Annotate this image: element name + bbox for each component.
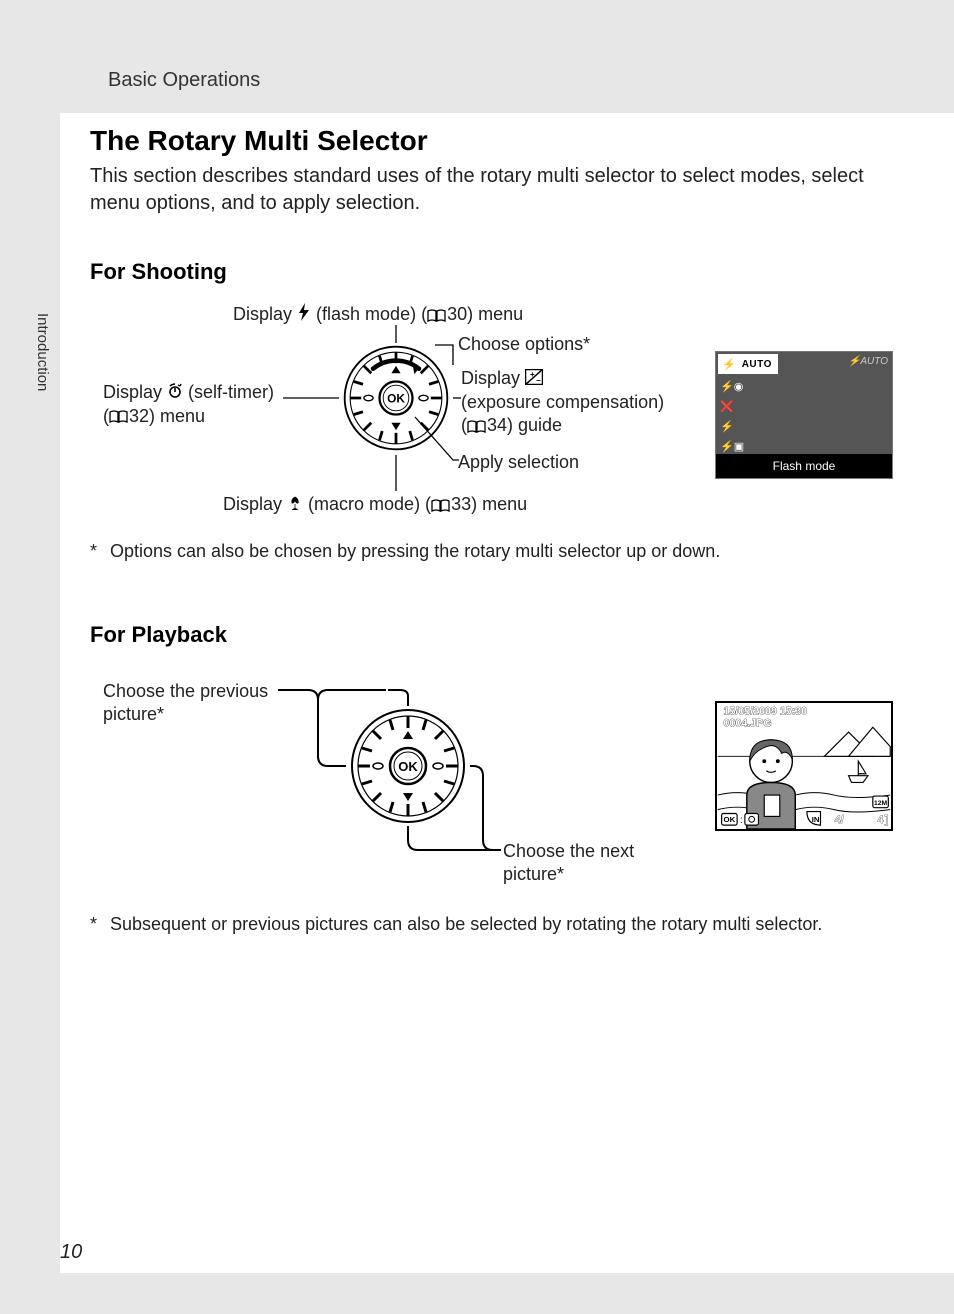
- down-label: Display (macro mode) ( 33) menu: [223, 493, 527, 517]
- flash-slow-icon: ⚡▣: [720, 440, 744, 453]
- playback-file: 0004.JPG: [724, 717, 772, 729]
- prev-picture-label: Choose the previouspicture*: [103, 680, 268, 727]
- flash-redeye-icon: ⚡◉: [720, 380, 743, 393]
- lcd-side-text: ⚡AUTO: [848, 356, 888, 367]
- macro-icon: [287, 494, 303, 517]
- page-number: 10: [60, 1241, 82, 1264]
- page-title: The Rotary Multi Selector: [90, 125, 906, 157]
- text: (flash mode) (: [311, 304, 427, 324]
- book-icon: [109, 405, 129, 428]
- playback-heading: For Playback: [90, 622, 906, 648]
- rotary-dial: OK: [341, 343, 451, 453]
- flash-mode-screen: ⚡AUTO ⚡AUTO ⚡◉ ❌ ⚡ ⚡▣ Flash mode: [715, 351, 893, 479]
- playback-total: 4: [878, 814, 884, 826]
- text: Display: [223, 494, 287, 514]
- manual-page: Basic Operations Introduction The Rotary…: [0, 0, 954, 1314]
- flash-icon: [297, 303, 311, 327]
- playback-count: 4/: [835, 814, 844, 826]
- svg-text:OK: OK: [724, 815, 736, 824]
- content-area: The Rotary Multi Selector This section d…: [60, 113, 954, 1273]
- text: 34: [487, 415, 507, 435]
- playback-date: 15/05/2009 15:30: [724, 706, 808, 718]
- svg-text:+: +: [530, 370, 535, 379]
- flash-mode-caption: Flash mode: [716, 454, 892, 478]
- choose-options-label: Choose options*: [458, 333, 590, 356]
- text: ) guide: [507, 415, 562, 435]
- flash-on-icon: ⚡: [720, 420, 734, 433]
- text: (macro mode) (: [303, 494, 431, 514]
- text: ) menu: [471, 494, 527, 514]
- header-band: Basic Operations: [0, 0, 954, 110]
- book-icon: [431, 494, 451, 517]
- svg-text:IN: IN: [812, 815, 820, 824]
- book-icon: [467, 415, 487, 438]
- shooting-heading: For Shooting: [90, 259, 906, 285]
- text: 30: [447, 304, 467, 324]
- left-label: Display (self-timer) (32) menu: [103, 381, 274, 429]
- right-label: Display +− (exposure compensation) (34) …: [461, 367, 664, 438]
- text: ) menu: [149, 406, 205, 426]
- rotary-dial: OK: [348, 706, 468, 826]
- text: 33: [451, 494, 471, 514]
- svg-text:−: −: [536, 376, 541, 385]
- playback-diagram: Choose the previouspicture* Choose the n…: [103, 666, 893, 896]
- playback-screen: 15/05/2009 15:30 0004.JPG OK : IN 4/: [715, 701, 893, 831]
- shooting-diagram: Display (flash mode) (30) menu Choose op…: [103, 303, 893, 523]
- text: (self-timer): [183, 382, 274, 402]
- text: 32: [129, 406, 149, 426]
- book-icon: [427, 304, 447, 327]
- shooting-footnote: * Options can also be chosen by pressing…: [90, 541, 906, 562]
- svg-text::: :: [740, 815, 743, 826]
- playback-footnote: * Subsequent or previous pictures can al…: [90, 914, 906, 935]
- text: (exposure compensation): [461, 392, 664, 412]
- text: Display: [233, 304, 297, 324]
- header-section-label: Basic Operations: [108, 69, 260, 92]
- flash-auto-label: AUTO: [742, 359, 772, 370]
- ok-label: OK: [387, 392, 405, 406]
- svg-text:]: ]: [885, 814, 889, 826]
- text: Display: [103, 382, 167, 402]
- side-tab: Introduction: [0, 113, 60, 313]
- text: Display: [461, 368, 525, 388]
- chapter-tab-label: Introduction: [34, 313, 51, 391]
- next-picture-label: Choose the nextpicture*: [503, 840, 634, 887]
- svg-text:12M: 12M: [874, 800, 888, 807]
- exposure-comp-icon: +−: [525, 368, 543, 391]
- svg-text:OK: OK: [398, 759, 418, 774]
- up-label: Display (flash mode) ( 30) menu: [233, 303, 523, 327]
- flash-off-icon: ❌: [720, 400, 734, 413]
- intro-paragraph: This section describes standard uses of …: [90, 163, 880, 217]
- text: ) menu: [467, 304, 523, 324]
- self-timer-icon: [167, 382, 183, 405]
- apply-selection-label: Apply selection: [458, 451, 579, 474]
